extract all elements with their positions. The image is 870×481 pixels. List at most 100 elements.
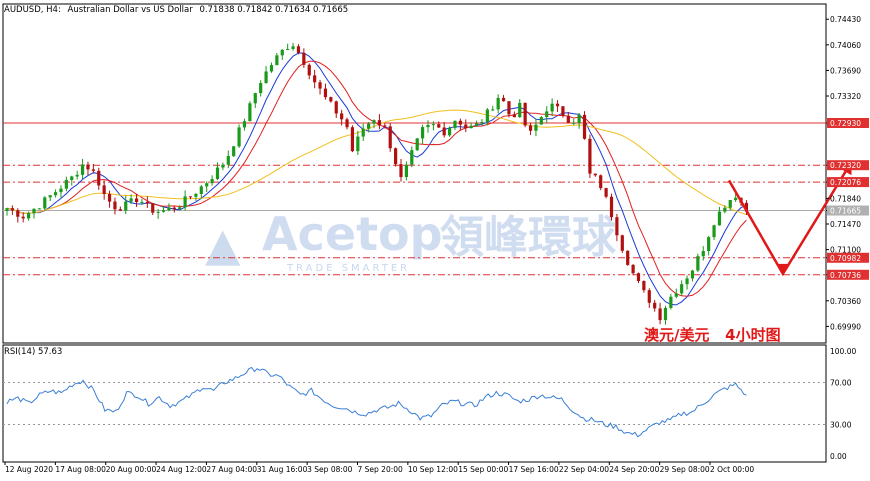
x-tick-label: 31 Aug 16:00 [257, 465, 308, 474]
x-tick-label: 22 Sep 04:00 [559, 465, 609, 474]
candle-body [367, 123, 371, 129]
candle-body [264, 71, 268, 84]
x-tick-label: 29 Sep 08:00 [660, 465, 710, 474]
candle-body [394, 148, 398, 165]
candle-body [496, 97, 500, 110]
candle-body [388, 126, 392, 149]
candle-body [674, 293, 678, 297]
candle-body [86, 164, 90, 170]
candle-body [156, 211, 160, 213]
x-tick-label: 10 Sep 12:00 [408, 465, 458, 474]
candle-body [334, 101, 338, 114]
candle-body [528, 125, 533, 131]
y-tick-label: 0.72076 [830, 178, 861, 187]
candle-body [712, 225, 716, 238]
candle-body [340, 113, 344, 120]
candle-body [253, 93, 257, 104]
candle-body [620, 235, 624, 251]
y-tick-label: 0.74060 [830, 41, 861, 50]
candle-body [696, 256, 700, 271]
candle-body [615, 217, 619, 236]
candle-body [183, 196, 187, 208]
watermark-logo-icon: ▲ [205, 217, 241, 271]
candle-body [507, 101, 511, 115]
candle-body [458, 120, 462, 125]
candle-body [534, 124, 538, 131]
candle-body [64, 179, 68, 189]
candle-body [539, 117, 543, 125]
candle-body [37, 208, 41, 210]
x-tick-label: 24 Aug 12:00 [156, 465, 207, 474]
candle-body [518, 102, 522, 118]
y-tick-label: 0.74430 [830, 15, 861, 24]
candle-body [145, 201, 149, 204]
candle-body [329, 97, 333, 102]
header-symbol: AUDUSD, H4: Australian Dollar vs US Doll… [4, 5, 348, 15]
y-tick-label: 0.71665 [830, 207, 861, 216]
candle-body [653, 302, 657, 309]
candle-body [453, 120, 457, 128]
candle-body [226, 156, 230, 165]
candle-body [124, 201, 128, 211]
y-tick-label: 0.70982 [830, 254, 861, 263]
candle-body [97, 170, 101, 186]
candle-body [399, 164, 403, 178]
candle-body [593, 173, 597, 176]
candle-body [717, 211, 722, 226]
candle-body [199, 186, 203, 194]
candle-body [572, 122, 576, 124]
candle-body [280, 49, 284, 56]
candle-body [215, 167, 220, 180]
x-tick-label: 7 Sep 20:00 [358, 465, 404, 474]
candle-body [318, 82, 322, 89]
watermark-tagline: TRADE SMARTER [286, 263, 410, 274]
candle-body [48, 195, 52, 198]
candle-body [410, 150, 414, 165]
candle-body [242, 121, 247, 128]
candle-body [21, 216, 25, 219]
x-tick-label: 3 Sep 08:00 [307, 465, 353, 474]
candle-body [107, 194, 112, 202]
candle-body [577, 114, 581, 123]
candle-body [269, 65, 274, 72]
x-tick-label: 27 Aug 04:00 [206, 465, 257, 474]
candle-body [161, 210, 166, 212]
rsi-tick-label: 0.00 [830, 452, 847, 461]
candle-body [151, 203, 155, 213]
candle-body [372, 120, 376, 124]
x-tick-label: 20 Aug 00:00 [106, 465, 157, 474]
candle-body [426, 124, 430, 128]
header-symbol-label: AUDUSD, H4: [4, 5, 61, 15]
candle-body [420, 127, 425, 139]
candle-body [582, 114, 587, 139]
candle-body [275, 55, 279, 66]
y-tick-label: 0.69990 [830, 322, 861, 331]
candle-body [566, 115, 570, 123]
candle-body [221, 164, 225, 168]
candle-body [561, 106, 565, 116]
candle-body [259, 83, 263, 94]
y-tick-label: 0.70736 [830, 271, 861, 280]
candle-body [723, 207, 727, 212]
y-tick-label: 0.71470 [830, 220, 861, 229]
candle-body [70, 176, 74, 180]
watermark-brand-cn: 領峰環球 [440, 212, 617, 263]
candle-body [680, 284, 684, 294]
x-tick-label: 15 Sep 00:00 [458, 465, 508, 474]
candle-body [140, 201, 144, 203]
candle-body [555, 103, 560, 107]
x-tick-label: 2 Oct 00:00 [710, 465, 754, 474]
candle-body [210, 179, 214, 184]
candle-body [134, 198, 139, 203]
x-tick-label: 17 Aug 08:00 [55, 465, 106, 474]
candle-body [167, 207, 171, 211]
candle-body [356, 136, 360, 152]
candle-body [172, 207, 176, 210]
candle-body [485, 109, 489, 123]
candle-body [118, 209, 122, 211]
candle-body [178, 207, 182, 210]
y-tick-label: 0.72930 [830, 119, 861, 128]
candle-body [734, 197, 738, 201]
x-tick-label: 17 Sep 16:00 [509, 465, 559, 474]
candle-body [626, 250, 630, 265]
